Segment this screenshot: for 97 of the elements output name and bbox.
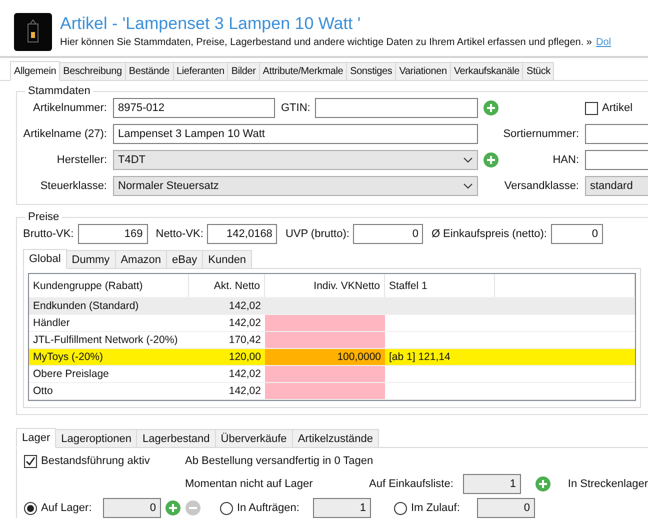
lantern-image — [14, 13, 52, 51]
field-label: Artikelname (27): — [22, 128, 108, 140]
tab[interactable]: Beschreibung — [59, 62, 126, 80]
table-cell-text: Händler — [32, 316, 71, 331]
field-label: Brutto-VK: — [23, 228, 74, 240]
input-field[interactable]: 0 — [103, 498, 161, 518]
table-cell-text: 170,42 — [228, 333, 262, 348]
input-field[interactable]: 0 — [353, 224, 424, 244]
input-field[interactable]: 0 — [477, 498, 535, 518]
input-field[interactable] — [585, 124, 648, 144]
radio-button[interactable] — [24, 502, 37, 514]
input-field[interactable] — [315, 98, 478, 118]
column-header[interactable]: Staffel 1 — [385, 274, 495, 297]
tab[interactable]: Artikelzustände — [292, 429, 380, 447]
table-cell-text: 142,02 — [228, 367, 262, 382]
checkbox-label: Artikel — [602, 102, 633, 114]
input-field[interactable] — [585, 150, 648, 170]
tab[interactable]: Lagerbestand — [136, 429, 216, 447]
tab[interactable]: Lageroptionen — [55, 429, 138, 447]
chevron-down-icon — [463, 183, 473, 189]
input-field[interactable]: 1 — [463, 474, 521, 494]
tab[interactable]: Sonstiges — [346, 62, 396, 80]
group-title: Stammdaten — [27, 85, 92, 98]
stock-status: Momentan nicht auf Lager — [185, 478, 313, 490]
input-field[interactable]: 8975-012 — [113, 98, 275, 118]
tab[interactable]: Überverkäufe — [214, 429, 293, 447]
radio-label: Im Zulauf: — [411, 502, 461, 514]
tab[interactable]: Stück — [522, 62, 554, 80]
field-label: Steuerklasse: — [39, 180, 108, 192]
checkbox[interactable] — [24, 454, 37, 468]
tab[interactable]: Allgemein — [10, 61, 60, 81]
tab[interactable]: eBay — [166, 250, 204, 268]
table-cell-text: JTL-Fulfillment Network (-20%) — [32, 333, 179, 348]
table-row[interactable]: JTL-Fulfillment Network (-20%) 170,42 — [29, 332, 635, 349]
chevron-down-icon — [463, 157, 473, 163]
plus-icon[interactable] — [535, 476, 552, 492]
description-text: Hier können Sie Stammdaten, Preise, Lagerbestand und andere wichtige Daten zu Ihrem Artikel erfassen und pflegen. » — [60, 36, 592, 49]
table-row[interactable]: Obere Preislage 142,02 — [29, 366, 635, 383]
field-label: UVP (brutto): — [284, 228, 350, 240]
radio-button[interactable] — [394, 502, 407, 514]
tab[interactable]: Bestände — [124, 62, 174, 80]
tab[interactable]: Amazon — [114, 250, 168, 268]
dropdown[interactable]: standard — [585, 176, 648, 196]
table-cell-text: 120,00 — [228, 350, 262, 365]
table-cell: 100,0000 — [265, 349, 385, 365]
table-row[interactable]: MyToys (-20%) 120,00 100,0000 [ab 1] 121,14 — [29, 349, 635, 366]
input-field[interactable]: 1 — [313, 498, 371, 518]
field-label: Versandklasse: — [503, 180, 580, 192]
field-label: Artikelnummer: — [32, 102, 108, 114]
plus-icon[interactable] — [165, 500, 181, 516]
dropdown[interactable]: T4DT — [113, 150, 478, 170]
table-row[interactable]: Händler 142,02 — [29, 315, 635, 332]
tab[interactable]: Variationen — [395, 62, 451, 80]
column-header[interactable]: Kundengruppe (Rabatt) — [29, 274, 189, 297]
column-header[interactable]: Akt. Netto — [189, 274, 265, 297]
input-field[interactable]: Lampenset 3 Lampen 10 Watt — [113, 124, 478, 144]
field-label: Auf Einkaufsliste: — [369, 478, 454, 490]
column-header[interactable]: Indiv. VKNetto — [265, 274, 385, 297]
table-cell-text: Otto — [32, 384, 54, 399]
plus-icon[interactable] — [483, 100, 499, 116]
field-label: GTIN: — [281, 102, 312, 114]
plus-icon[interactable] — [483, 152, 499, 168]
table-cell-text: Obere Preislage — [32, 367, 110, 382]
tab[interactable]: Verkaufskanäle — [450, 62, 524, 80]
table-cell-text: 142,02 — [228, 316, 262, 331]
dropdown[interactable]: Normaler Steuersatz — [113, 176, 478, 196]
checkbox-label: Bestandsführung aktiv — [41, 455, 150, 467]
field-label: Netto-VK: — [154, 228, 204, 240]
drop-shipping-label: In Streckenlager — [568, 478, 648, 490]
table-cell-text: MyToys (-20%) — [32, 350, 104, 365]
input-field[interactable]: 142,0168 — [207, 224, 278, 244]
tab[interactable]: Dummy — [66, 250, 116, 268]
table-cell-text: 142,02 — [228, 384, 262, 399]
field-label: Hersteller: — [56, 154, 108, 166]
field-label: Sortiernummer: — [503, 128, 580, 140]
input-field[interactable]: 0 — [551, 224, 603, 244]
table-cell-text: 142,02 — [228, 299, 262, 314]
dispatch-note: Ab Bestellung versandfertig in 0 Tagen — [185, 455, 374, 467]
table-cell-text: [ab 1] 121,14 — [388, 350, 452, 365]
table-cell-text: Endkunden (Standard) — [32, 299, 140, 314]
radio-label: In Aufträgen: — [237, 502, 300, 514]
checkbox[interactable] — [585, 102, 598, 114]
tab[interactable]: Kunden — [202, 250, 252, 268]
field-label: HAN: — [552, 154, 580, 166]
tab[interactable]: Lager — [16, 428, 56, 448]
tab[interactable]: Lieferanten — [172, 62, 228, 80]
tab[interactable]: Bilder — [227, 62, 260, 80]
input-field[interactable]: 169 — [78, 224, 148, 244]
group-title: Preise — [27, 211, 60, 224]
table-row[interactable]: Otto 142,02 — [29, 383, 635, 400]
table-row[interactable]: Endkunden (Standard) 142,02 — [29, 298, 635, 315]
tab[interactable]: Attribute/Merkmale — [258, 62, 348, 80]
radio-button[interactable] — [220, 502, 233, 514]
radio-label: Auf Lager: — [41, 502, 93, 514]
window-title: Artikel - 'Lampenset 3 Lampen 10 Watt ' — [60, 13, 362, 34]
tab[interactable]: Global — [23, 249, 67, 269]
field-label: Ø Einkaufspreis (netto): — [430, 228, 547, 240]
